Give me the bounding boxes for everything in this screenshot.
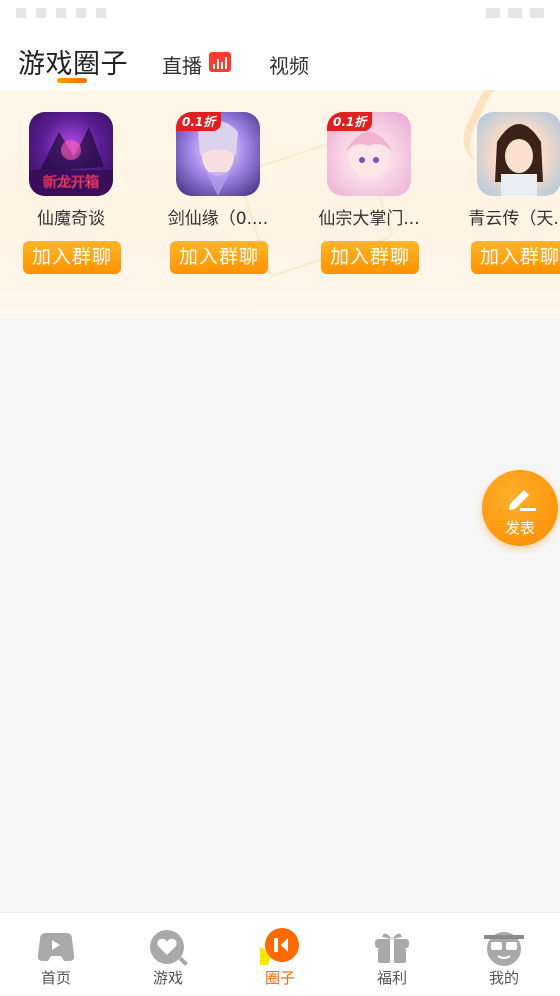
nav-item-welfare[interactable]: 福利 <box>336 913 448 996</box>
bottom-navigation: 首页 游戏 圈子 福利 我的 <box>0 912 560 995</box>
group-card[interactable]: 新龙开箱 仙魔奇谈 加入群聊 <box>10 112 130 282</box>
post-button-label: 发表 <box>504 519 535 537</box>
face-glasses-icon <box>484 932 524 966</box>
tab-video[interactable]: 视频 <box>269 50 309 79</box>
join-group-button[interactable]: 加入群聊 <box>23 241 121 274</box>
live-icon <box>209 52 231 72</box>
group-name: 青云传（天... <box>468 209 560 229</box>
join-group-button[interactable]: 加入群聊 <box>321 241 419 274</box>
group-card[interactable]: 青云传（天... 加入群聊 <box>458 112 560 282</box>
tab-live[interactable]: 直播 <box>162 50 202 79</box>
circle-icon <box>260 928 299 965</box>
group-name: 剑仙缘（0.... <box>167 209 269 229</box>
join-group-button[interactable]: 加入群聊 <box>471 241 560 274</box>
active-tab-indicator <box>57 78 87 83</box>
nav-label: 福利 <box>376 969 407 987</box>
tab-game-circle[interactable]: 游戏圈子 <box>18 42 128 81</box>
status-icons-left <box>16 8 106 18</box>
nav-item-circle[interactable]: 圈子 <box>224 913 336 996</box>
status-icons-right <box>486 8 544 18</box>
gift-icon <box>375 933 409 963</box>
nav-item-home[interactable]: 首页 <box>0 913 112 996</box>
game-group-list: 新龙开箱 仙魔奇谈 加入群聊 0.1折 剑仙缘（0.... 加入群聊 0.1折 <box>0 90 560 318</box>
xianzong-game-icon[interactable]: 0.1折 <box>327 112 411 196</box>
group-name: 仙魔奇谈 <box>37 209 105 229</box>
discount-badge: 0.1折 <box>327 112 373 131</box>
status-bar <box>0 0 560 28</box>
edit-icon <box>509 490 536 511</box>
top-tab-bar: 游戏圈子 直播 视频 <box>0 28 560 90</box>
nav-label: 圈子 <box>264 969 295 987</box>
nav-label: 游戏 <box>152 969 183 987</box>
group-name: 仙宗大掌门... <box>318 209 420 229</box>
nav-item-profile[interactable]: 我的 <box>448 913 560 996</box>
discount-badge: 0.1折 <box>176 112 222 131</box>
group-card[interactable]: 0.1折 剑仙缘（0.... 加入群聊 <box>157 112 277 282</box>
gamepad-icon <box>37 933 75 961</box>
icon-caption: 新龙开箱 <box>43 175 99 191</box>
nav-label: 我的 <box>488 969 519 987</box>
join-group-button[interactable]: 加入群聊 <box>170 241 268 274</box>
nav-label: 首页 <box>40 969 71 987</box>
xianmo-game-icon[interactable]: 新龙开箱 <box>29 112 113 196</box>
qingyun-game-icon[interactable] <box>477 112 560 196</box>
nav-item-games[interactable]: 游戏 <box>112 913 224 996</box>
jianxian-game-icon[interactable]: 0.1折 <box>176 112 260 196</box>
group-card[interactable]: 0.1折 仙宗大掌门... 加入群聊 <box>308 112 428 282</box>
heart-search-icon <box>150 930 188 966</box>
post-button[interactable]: 发表 <box>482 470 558 546</box>
